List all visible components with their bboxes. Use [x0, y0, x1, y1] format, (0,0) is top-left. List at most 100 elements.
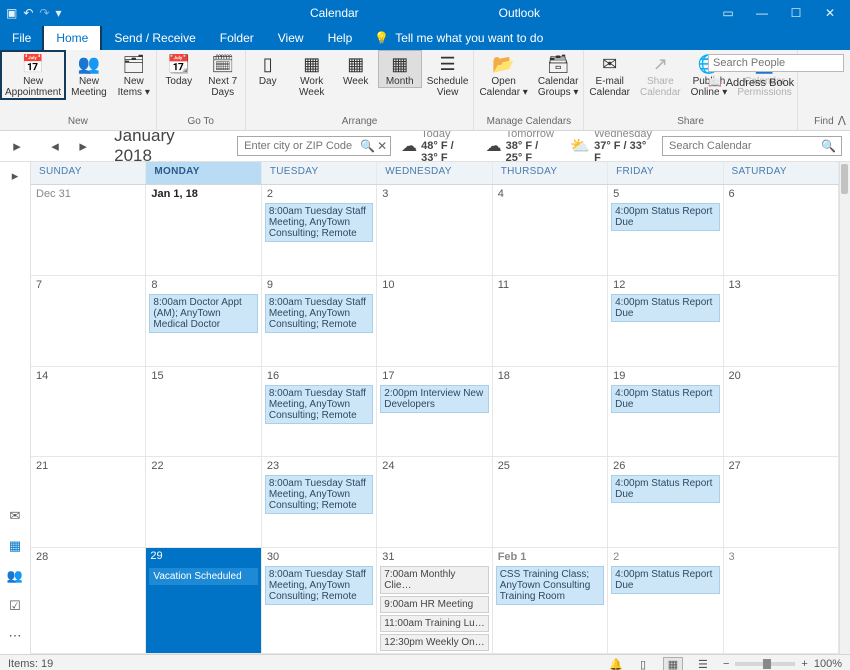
day-cell[interactable]: 54:00pm Status Report Due	[608, 185, 723, 275]
day-cell[interactable]: 20	[724, 367, 839, 457]
day-cell[interactable]: 7	[31, 276, 146, 366]
day-cell[interactable]: 15	[146, 367, 261, 457]
calendar-event[interactable]: 4:00pm Status Report Due	[611, 203, 719, 231]
day-cell[interactable]: 308:00am Tuesday Staff Meeting, AnyTown …	[262, 548, 377, 653]
undo-icon[interactable]: ↶	[23, 6, 33, 20]
scroll-thumb[interactable]	[841, 164, 848, 194]
maximize-icon[interactable]: ☐	[788, 6, 804, 20]
zoom-control[interactable]: − + 100%	[723, 658, 842, 670]
tab-home[interactable]: Home	[42, 24, 102, 50]
day-cell[interactable]: 25	[493, 457, 608, 547]
calendar-event[interactable]: 8:00am Doctor Appt (AM); AnyTown Medical…	[149, 294, 257, 333]
tab-help[interactable]: Help	[316, 26, 365, 50]
work-week-button[interactable]: ▦Work Week	[290, 50, 334, 98]
calendar-event[interactable]: 9:00am HR Meeting	[380, 596, 488, 613]
expand-folder-icon[interactable]: ▸	[12, 168, 19, 184]
day-cell[interactable]: 238:00am Tuesday Staff Meeting, AnyTown …	[262, 457, 377, 547]
day-cell[interactable]: 27	[724, 457, 839, 547]
zip-clear-icon[interactable]: ✕	[377, 139, 387, 153]
calendar-view-icon[interactable]: ▦	[663, 657, 683, 670]
day-cell[interactable]: 264:00pm Status Report Due	[608, 457, 723, 547]
search-people-input[interactable]	[708, 54, 844, 72]
day-cell[interactable]: 22	[146, 457, 261, 547]
calendar-event[interactable]: 4:00pm Status Report Due	[611, 475, 719, 503]
calendar-event[interactable]: 8:00am Tuesday Staff Meeting, AnyTown Co…	[265, 385, 373, 424]
next-7-days-button[interactable]: 🗓Next 7 Days	[201, 50, 245, 98]
new-meeting-button[interactable]: 👥New Meeting	[66, 50, 112, 98]
calendar-event[interactable]: 11:00am Training Lu…	[380, 615, 488, 632]
day-cell[interactable]: 124:00pm Status Report Due	[608, 276, 723, 366]
calendar-event[interactable]: 2:00pm Interview New Developers	[380, 385, 488, 413]
next-month-icon[interactable]: ▸	[74, 137, 92, 155]
collapse-ribbon-icon[interactable]: ᐱ	[838, 114, 846, 128]
day-cell[interactable]: 317:00am Monthly Clie…9:00am HR Meeting1…	[377, 548, 492, 653]
day-cell[interactable]: Dec 31	[31, 185, 146, 275]
zoom-out-icon[interactable]: −	[723, 658, 729, 670]
calendar-event[interactable]: CSS Training Class; AnyTown Consulting T…	[496, 566, 604, 605]
calendar-event[interactable]: 7:00am Monthly Clie…	[380, 566, 488, 594]
day-cell[interactable]: 18	[493, 367, 608, 457]
expand-nav-icon[interactable]: ▸	[8, 137, 26, 155]
calendar-event[interactable]: Vacation Scheduled	[149, 568, 257, 585]
search-icon[interactable]: 🔍	[821, 139, 836, 153]
zip-search-icon[interactable]: 🔍	[360, 139, 375, 153]
tab-folder[interactable]: Folder	[208, 26, 266, 50]
prev-month-icon[interactable]: ◂	[46, 137, 64, 155]
people-icon[interactable]: 👥	[7, 568, 23, 584]
tab-file[interactable]: File	[0, 26, 43, 50]
day-view-button[interactable]: ▯Day	[246, 50, 290, 87]
day-cell[interactable]: 3	[377, 185, 492, 275]
new-items-button[interactable]: 🗂New Items ▾	[112, 50, 156, 98]
minimize-icon[interactable]: ―	[754, 6, 770, 20]
calendar-event[interactable]: 8:00am Tuesday Staff Meeting, AnyTown Co…	[265, 475, 373, 514]
zoom-slider[interactable]	[735, 662, 795, 666]
reading-view-icon[interactable]: ☰	[693, 657, 713, 670]
ribbon-display-icon[interactable]: ▭	[720, 6, 736, 20]
day-cell[interactable]: 24:00pm Status Report Due	[608, 548, 723, 653]
day-cell[interactable]: 4	[493, 185, 608, 275]
tell-me[interactable]: 💡 Tell me what you want to do	[364, 26, 543, 50]
tab-send-receive[interactable]: Send / Receive	[102, 26, 207, 50]
day-cell[interactable]: 13	[724, 276, 839, 366]
day-cell[interactable]: Jan 1, 18	[146, 185, 261, 275]
calendar-event[interactable]: 4:00pm Status Report Due	[611, 566, 719, 594]
day-cell[interactable]: Feb 1CSS Training Class; AnyTown Consult…	[493, 548, 608, 653]
day-cell[interactable]: 28:00am Tuesday Staff Meeting, AnyTown C…	[262, 185, 377, 275]
day-cell[interactable]: 98:00am Tuesday Staff Meeting, AnyTown C…	[262, 276, 377, 366]
day-cell[interactable]: 172:00pm Interview New Developers	[377, 367, 492, 457]
close-icon[interactable]: ✕	[822, 6, 838, 20]
search-calendar-input[interactable]	[662, 136, 842, 156]
tab-view[interactable]: View	[266, 26, 316, 50]
open-calendar-button[interactable]: 📂Open Calendar ▾	[474, 50, 532, 98]
email-calendar-button[interactable]: ✉E-mail Calendar	[584, 50, 635, 98]
day-cell[interactable]: 194:00pm Status Report Due	[608, 367, 723, 457]
vertical-scrollbar[interactable]	[839, 162, 850, 654]
calendar-event[interactable]: 4:00pm Status Report Due	[611, 294, 719, 322]
day-cell[interactable]: 29Vacation Scheduled	[146, 548, 261, 653]
day-cell[interactable]: 24	[377, 457, 492, 547]
day-cell[interactable]: 28	[31, 548, 146, 653]
calendar-groups-button[interactable]: 🗃Calendar Groups ▾	[533, 50, 584, 98]
qa-dropdown-icon[interactable]: ▾	[55, 6, 61, 20]
redo-icon[interactable]: ↷	[39, 6, 49, 20]
address-book-button[interactable]: 📖Address Book	[708, 76, 844, 89]
mail-icon[interactable]: ✉	[10, 508, 21, 524]
day-cell[interactable]: 6	[724, 185, 839, 275]
calendar-event[interactable]: 8:00am Tuesday Staff Meeting, AnyTown Co…	[265, 294, 373, 333]
calendar-event[interactable]: 12:30pm Weekly On…	[380, 634, 488, 651]
week-view-button[interactable]: ▦Week	[334, 50, 378, 87]
calendar-nav-icon[interactable]: ▦	[9, 538, 21, 554]
normal-view-icon[interactable]: ▯	[633, 657, 653, 670]
schedule-view-button[interactable]: ☰Schedule View	[422, 50, 474, 98]
day-cell[interactable]: 21	[31, 457, 146, 547]
day-cell[interactable]: 88:00am Doctor Appt (AM); AnyTown Medica…	[146, 276, 261, 366]
day-cell[interactable]: 14	[31, 367, 146, 457]
day-cell[interactable]: 11	[493, 276, 608, 366]
day-cell[interactable]: 3	[724, 548, 839, 653]
reminders-icon[interactable]: 🔔	[609, 658, 623, 670]
month-view-button[interactable]: ▦Month	[378, 50, 422, 88]
day-cell[interactable]: 168:00am Tuesday Staff Meeting, AnyTown …	[262, 367, 377, 457]
new-appointment-button[interactable]: 📅New Appointment	[0, 50, 66, 100]
more-icon[interactable]: ⋯	[9, 628, 22, 644]
calendar-event[interactable]: 8:00am Tuesday Staff Meeting, AnyTown Co…	[265, 203, 373, 242]
